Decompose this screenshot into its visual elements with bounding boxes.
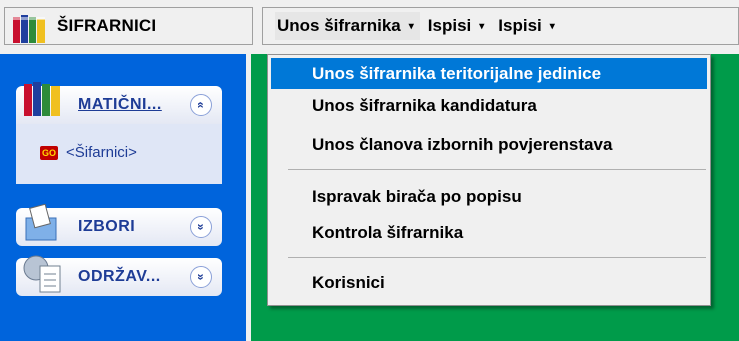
- menu-label: Unos šifrarnika: [277, 16, 401, 35]
- menu-unos-sifrarnika[interactable]: Unos šifrarnika ▾: [275, 12, 420, 40]
- ballot-icon: [25, 204, 57, 241]
- panel-odrzavanje-header[interactable]: ODRŽAV... »: [16, 255, 222, 296]
- menu-item-kandidatura[interactable]: Unos šifrarnika kandidatura: [271, 90, 707, 121]
- menu-ispisi-1[interactable]: Ispisi ▾: [426, 12, 491, 40]
- menu-label: Ispisi: [427, 16, 472, 35]
- dropdown-menu: Unos šifrarnika teritorijalne jedinice U…: [267, 54, 711, 306]
- menu-item-kontrola-sifrarnika[interactable]: Kontrola šifrarnika: [271, 217, 707, 248]
- menu-ispisi-2[interactable]: Ispisi ▾: [496, 12, 561, 40]
- go-icon: GO: [40, 146, 58, 160]
- panel-odrzavanje-label: ODRŽAV...: [78, 268, 161, 285]
- chevron-down-icon: ▾: [549, 20, 555, 32]
- menu-separator: [288, 169, 706, 170]
- panel-maticni-body: GO <Šifarnici>: [16, 124, 222, 184]
- menu-item-izborna-povjerenstva[interactable]: Unos članova izbornih povjerenstava: [271, 129, 707, 160]
- menu-label: Ispisi: [498, 16, 542, 35]
- chevron-down-icon: ▾: [408, 20, 414, 32]
- panel-izbori-label: IZBORI: [78, 218, 136, 235]
- menu-separator: [288, 257, 706, 258]
- chevron-down-icon[interactable]: »: [190, 216, 212, 238]
- books-icon: [24, 82, 60, 116]
- panel-maticni-header[interactable]: MATIČNI... «: [16, 82, 222, 124]
- menubar: Unos šifrarnika ▾ Ispisi ▾ Ispisi ▾: [262, 7, 739, 45]
- menu-item-teritorijalne-jedinice[interactable]: Unos šifrarnika teritorijalne jedinice: [271, 58, 707, 89]
- chevron-down-icon: ▾: [479, 20, 485, 32]
- books-icon: [13, 15, 45, 43]
- sifarnici-link[interactable]: <Šifarnici>: [66, 144, 137, 161]
- app-title-box: ŠIFRARNICI: [4, 7, 253, 45]
- panel-izbori-header[interactable]: IZBORI »: [16, 204, 222, 246]
- sidebar: MATIČNI... « GO <Šifarnici> IZBORI » ODR…: [0, 54, 246, 341]
- app-title: ŠIFRARNICI: [57, 16, 157, 35]
- chevron-up-icon[interactable]: «: [190, 94, 212, 116]
- chevron-down-icon[interactable]: »: [190, 266, 212, 288]
- settings-document-icon: [23, 255, 61, 293]
- menu-item-korisnici[interactable]: Korisnici: [271, 267, 707, 298]
- menu-item-ispravak-biraca[interactable]: Ispravak birača po popisu: [271, 181, 707, 212]
- panel-maticni-label: MATIČNI...: [78, 96, 162, 113]
